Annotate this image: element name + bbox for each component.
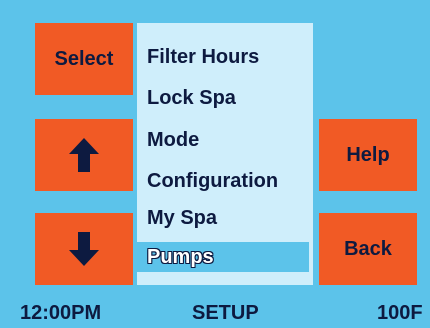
menu-item-label: Filter Hours	[147, 45, 260, 68]
status-mode: SETUP	[192, 302, 259, 324]
menu-item-label: Configuration	[147, 169, 279, 192]
up-button[interactable]	[35, 119, 133, 191]
menu-item-my-spa[interactable]: My Spa	[137, 203, 313, 233]
menu-item-mode[interactable]: Mode	[137, 125, 313, 155]
help-button[interactable]: Help	[319, 119, 417, 191]
arrow-down-icon	[69, 232, 99, 266]
setup-menu: Filter Hours Lock Spa Mode Configuration…	[137, 23, 313, 285]
status-time: 12:00PM	[20, 302, 102, 324]
status-temperature: 100F	[377, 302, 423, 324]
down-button[interactable]	[35, 213, 133, 285]
menu-item-label: My Spa	[147, 206, 218, 229]
menu-item-label: Mode	[147, 128, 200, 151]
menu-item-configuration[interactable]: Configuration	[137, 166, 313, 196]
menu-item-label: Pumps	[147, 245, 214, 268]
spa-control-screen: Select Filter Hours Lock Spa Mode Config…	[0, 0, 430, 328]
back-button-label: Back	[344, 237, 392, 260]
menu-item-label: Lock Spa	[147, 86, 236, 109]
menu-item-filter-hours[interactable]: Filter Hours	[137, 42, 313, 72]
help-button-label: Help	[346, 143, 390, 166]
select-button-label: Select	[54, 47, 114, 70]
back-button[interactable]: Back	[319, 213, 417, 285]
select-button[interactable]: Select	[35, 23, 133, 95]
menu-item-lock-spa[interactable]: Lock Spa	[137, 83, 313, 113]
menu-item-pumps[interactable]: Pumps	[137, 242, 309, 272]
arrow-up-icon	[69, 138, 99, 172]
